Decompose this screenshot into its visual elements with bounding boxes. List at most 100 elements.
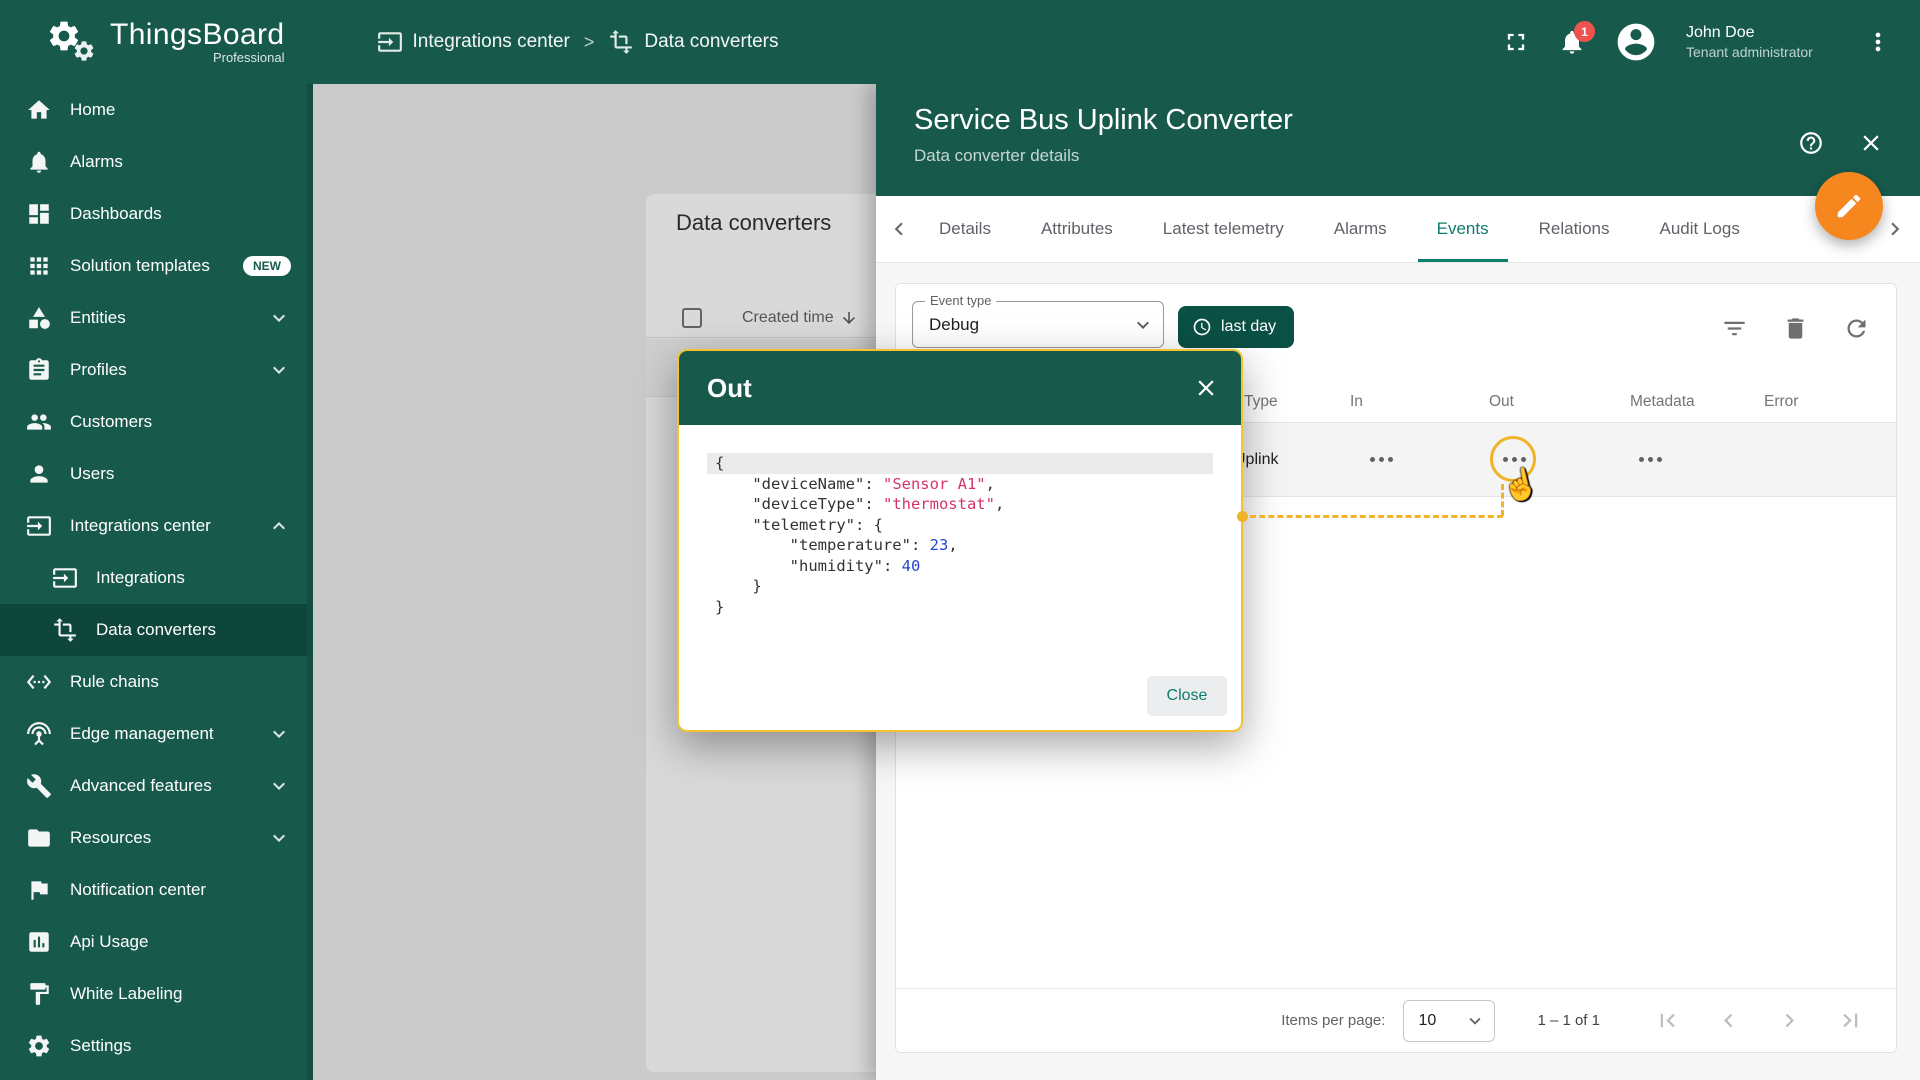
fullscreen-button[interactable] bbox=[1502, 28, 1530, 56]
brand-name: ThingsBoard bbox=[110, 19, 285, 51]
sidebar-item-integrations-center[interactable]: Integrations center bbox=[0, 500, 307, 552]
sidebar-item-solution-templates[interactable]: Solution templatesNEW bbox=[0, 240, 307, 292]
tab-latest-telemetry[interactable]: Latest telemetry bbox=[1138, 196, 1309, 262]
breadcrumb-data-converters[interactable]: Data converters bbox=[608, 29, 778, 55]
sidebar-item-label: White Labeling bbox=[70, 984, 291, 1004]
select-all-checkbox[interactable] bbox=[682, 308, 702, 328]
event-in-button[interactable] bbox=[1358, 443, 1404, 477]
thingsboard-logo[interactable]: ThingsBoard Professional bbox=[46, 15, 285, 69]
home-icon bbox=[26, 97, 52, 123]
dashboards-icon bbox=[26, 201, 52, 227]
tabs-scroll-left-button[interactable] bbox=[886, 216, 912, 242]
drawer-close-button[interactable] bbox=[1858, 130, 1884, 156]
sidebar-item-label: Entities bbox=[70, 308, 249, 328]
event-metadata-button[interactable] bbox=[1627, 443, 1673, 477]
sidebar-item-entities[interactable]: Entities bbox=[0, 292, 307, 344]
column-created-time[interactable]: Created time bbox=[742, 309, 858, 327]
sidebar-item-advanced-features[interactable]: Advanced features bbox=[0, 760, 307, 812]
sidebar-item-label: Advanced features bbox=[70, 776, 249, 796]
tabs-scroll-right-button[interactable] bbox=[1882, 216, 1908, 242]
brand-subtitle: Professional bbox=[110, 50, 285, 65]
out-dialog-header: Out bbox=[679, 351, 1241, 425]
avatar[interactable] bbox=[1614, 20, 1658, 64]
resources-icon bbox=[26, 825, 52, 851]
tab-audit-logs[interactable]: Audit Logs bbox=[1635, 196, 1765, 262]
sidebar-item-profiles[interactable]: Profiles bbox=[0, 344, 307, 396]
sidebar-item-resources[interactable]: Resources bbox=[0, 812, 307, 864]
user-menu[interactable]: John Doe Tenant administrator bbox=[1686, 23, 1836, 62]
more-menu-button[interactable] bbox=[1864, 28, 1892, 56]
tabs-bar: DetailsAttributesLatest telemetryAlarmsE… bbox=[876, 196, 1920, 263]
integrations-icon bbox=[26, 513, 52, 539]
events-column-type: Type bbox=[1244, 393, 1278, 411]
event-type-select[interactable]: Event type Debug bbox=[912, 301, 1164, 348]
refresh-button[interactable] bbox=[1843, 315, 1870, 342]
converter-icon bbox=[52, 617, 78, 643]
sidebar-item-label: Users bbox=[70, 464, 291, 484]
clear-events-button[interactable] bbox=[1782, 315, 1809, 342]
code-line: "deviceName": "Sensor A1", bbox=[707, 474, 1213, 495]
event-out-button[interactable] bbox=[1491, 443, 1537, 477]
sidebar-item-edge-management[interactable]: Edge management bbox=[0, 708, 307, 760]
edit-fab[interactable] bbox=[1815, 172, 1883, 240]
tab-alarms[interactable]: Alarms bbox=[1309, 196, 1412, 262]
sidebar-item-users[interactable]: Users bbox=[0, 448, 307, 500]
user-role: Tenant administrator bbox=[1686, 43, 1836, 61]
sidebar-item-security[interactable]: Security bbox=[0, 1072, 307, 1080]
edge-icon bbox=[26, 721, 52, 747]
first-page-button[interactable] bbox=[1654, 1007, 1681, 1034]
sidebar-item-label: Edge management bbox=[70, 724, 249, 744]
sidebar-item-home[interactable]: Home bbox=[0, 84, 307, 136]
sidebar-item-api-usage[interactable]: Api Usage bbox=[0, 916, 307, 968]
sidebar-item-label: Customers bbox=[70, 412, 291, 432]
last-page-button[interactable] bbox=[1837, 1007, 1864, 1034]
sidebar-item-label: Settings bbox=[70, 1036, 291, 1056]
tab-relations[interactable]: Relations bbox=[1514, 196, 1635, 262]
events-column-out: Out bbox=[1489, 393, 1514, 411]
dialog-footer: Close bbox=[679, 670, 1241, 730]
next-page-button[interactable] bbox=[1776, 1007, 1803, 1034]
tab-events[interactable]: Events bbox=[1412, 196, 1514, 262]
events-column-in: In bbox=[1350, 393, 1363, 411]
page-size-value: 10 bbox=[1418, 1012, 1436, 1030]
sidebar-item-white-labeling[interactable]: White Labeling bbox=[0, 968, 307, 1020]
sidebar-item-settings[interactable]: Settings bbox=[0, 1020, 307, 1072]
sidebar: Home Alarms DashboardsSolution templatesNE… bbox=[0, 84, 313, 1080]
drawer-title: Service Bus Uplink Converter bbox=[914, 104, 1920, 137]
filter-button[interactable] bbox=[1721, 315, 1748, 342]
prev-page-button[interactable] bbox=[1715, 1007, 1742, 1034]
whitelabel-icon bbox=[26, 981, 52, 1007]
panel-title: Data converters bbox=[676, 210, 831, 236]
breadcrumb-label: Integrations center bbox=[413, 31, 570, 53]
notification-badge: 1 bbox=[1574, 21, 1595, 42]
sidebar-item-rule-chains[interactable]: Rule chains bbox=[0, 656, 307, 708]
dialog-close-button[interactable]: Close bbox=[1147, 676, 1227, 716]
profiles-icon bbox=[26, 357, 52, 383]
tab-attributes[interactable]: Attributes bbox=[1016, 196, 1138, 262]
sidebar-item-alarms[interactable]: Alarms bbox=[0, 136, 307, 188]
notifications-button[interactable]: 1 bbox=[1558, 28, 1586, 56]
out-dialog: Out { "deviceName": "Sensor A1", "device… bbox=[677, 349, 1243, 732]
sidebar-item-data-converters[interactable]: Data converters bbox=[0, 604, 307, 656]
chevron-down-icon bbox=[267, 722, 291, 746]
json-content: { "deviceName": "Sensor A1", "deviceType… bbox=[707, 453, 1213, 617]
rulechains-icon bbox=[26, 669, 52, 695]
page-size-select[interactable]: 10 bbox=[1403, 1000, 1495, 1042]
sidebar-item-dashboards[interactable]: Dashboards bbox=[0, 188, 307, 240]
alarms-icon bbox=[26, 149, 52, 175]
sidebar-item-integrations[interactable]: Integrations bbox=[0, 552, 307, 604]
sidebar-item-label: Alarms bbox=[70, 152, 291, 172]
sidebar-item-notification-center[interactable]: Notification center bbox=[0, 864, 307, 916]
dialog-close-icon-button[interactable] bbox=[1193, 375, 1219, 401]
solution-icon bbox=[26, 253, 52, 279]
dialog-body: { "deviceName": "Sensor A1", "deviceType… bbox=[679, 425, 1241, 670]
paginator: Items per page: 10 1 – 1 of 1 bbox=[896, 988, 1896, 1052]
time-window-button[interactable]: last day bbox=[1178, 306, 1294, 348]
sidebar-item-label: Resources bbox=[70, 828, 249, 848]
breadcrumb-integrations-center[interactable]: Integrations center bbox=[377, 29, 570, 55]
sidebar-item-customers[interactable]: Customers bbox=[0, 396, 307, 448]
help-button[interactable] bbox=[1798, 130, 1824, 156]
dialog-title: Out bbox=[707, 373, 752, 404]
breadcrumb-label: Data converters bbox=[644, 31, 778, 53]
tab-details[interactable]: Details bbox=[914, 196, 1016, 262]
